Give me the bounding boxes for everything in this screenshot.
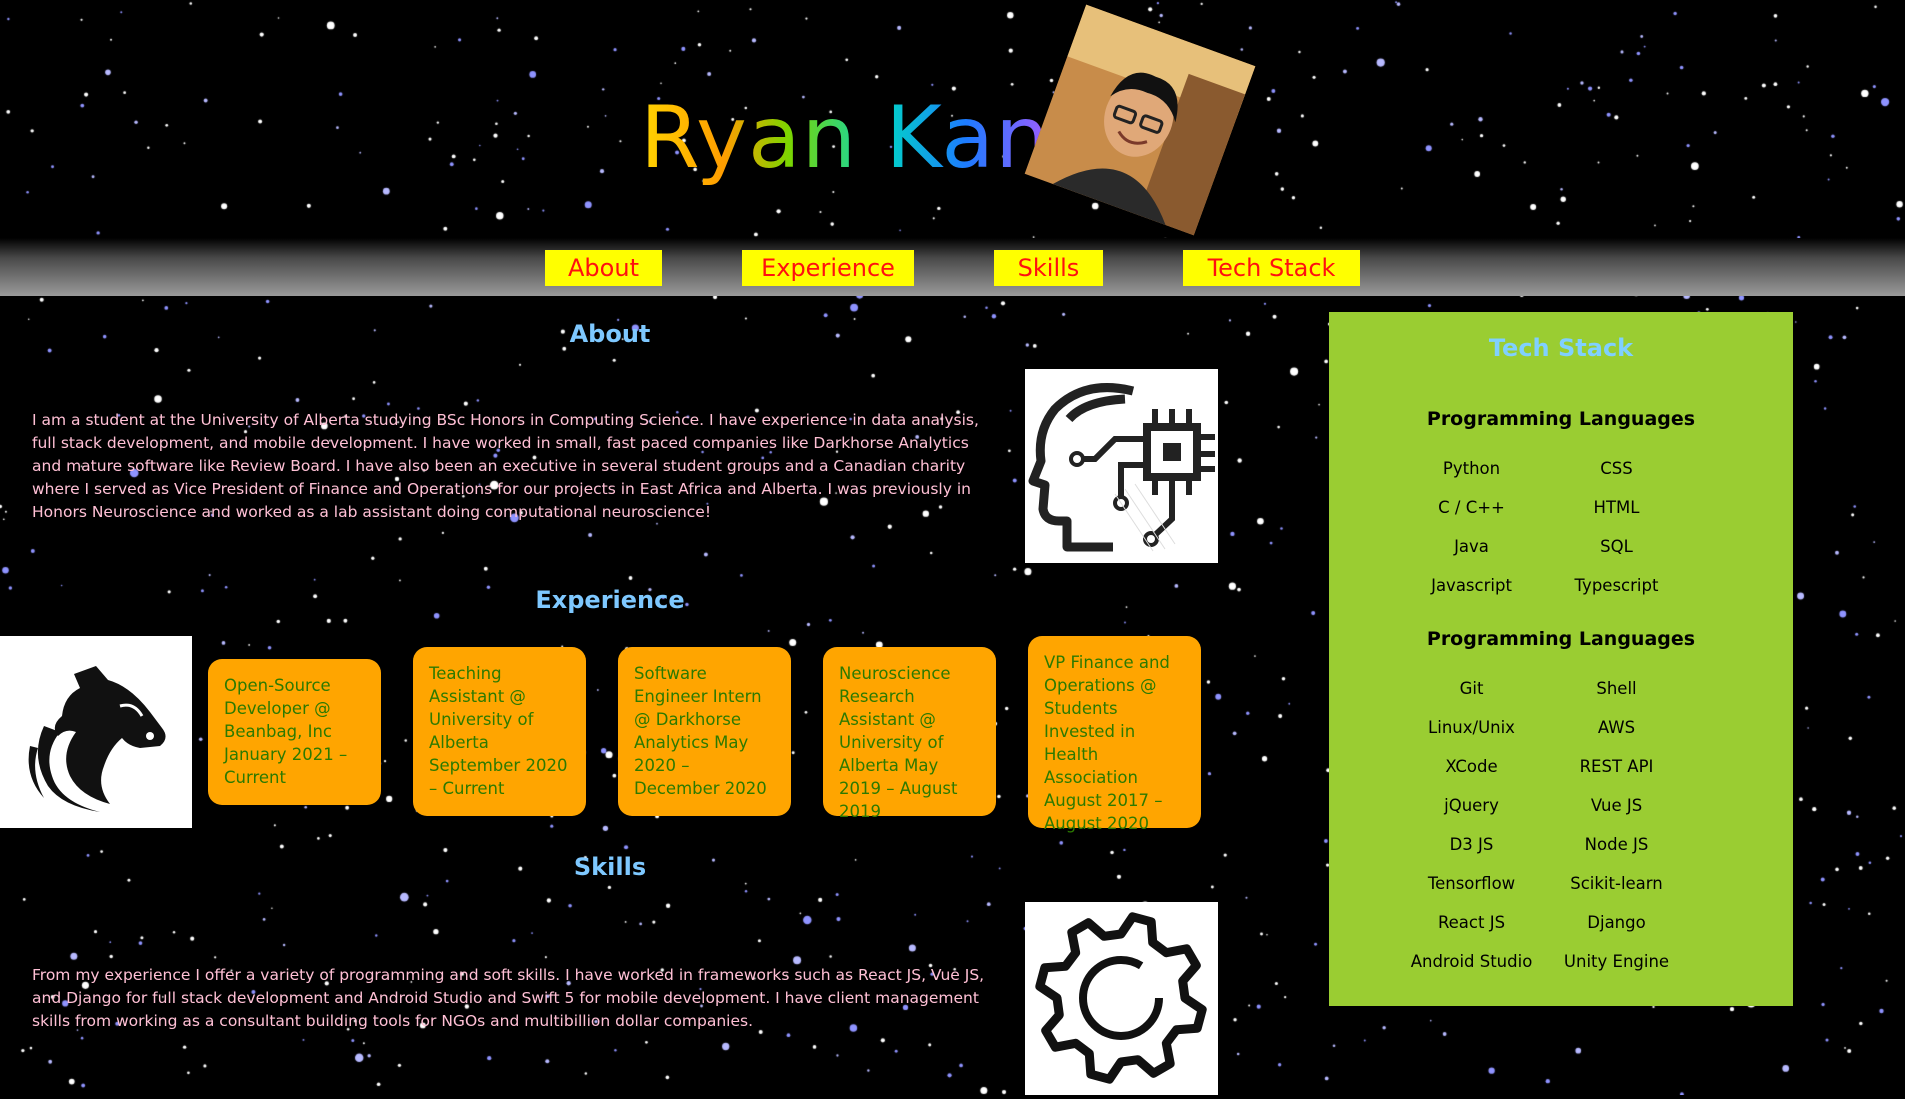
horse-logo-icon <box>0 636 192 828</box>
tech-group-heading-2: Programming Languages <box>1426 628 1696 650</box>
experience-card-neuroscience[interactable]: Neuroscience Research Assistant @ Univer… <box>823 647 996 821</box>
tech-item: CSS <box>1600 459 1633 478</box>
experience-card-darkhorse[interactable]: Software Engineer Intern @ Darkhorse Ana… <box>618 647 791 816</box>
skills-heading: Skills <box>573 853 647 881</box>
tech-item: Python <box>1442 459 1501 478</box>
tech-item: Git <box>1459 679 1484 698</box>
ai-head-chip-icon <box>1025 369 1218 563</box>
navigation-bar: About Experience Skills Tech Stack <box>0 238 1905 296</box>
tech-item: Vue JS <box>1590 796 1643 815</box>
tech-item: SQL <box>1600 537 1633 556</box>
tech-item: Scikit-learn <box>1570 874 1663 893</box>
tech-group-list-1: Python CSS C / C++ HTML Java SQL Javascr… <box>1399 458 1699 614</box>
experience-card-teaching-assistant[interactable]: Teaching Assistant @ University of Alber… <box>413 647 586 816</box>
experience-heading: Experience <box>535 586 685 614</box>
nav-tech-stack[interactable]: Tech Stack <box>1183 250 1360 286</box>
tech-item: HTML <box>1593 498 1640 517</box>
nav-skills[interactable]: Skills <box>994 250 1103 286</box>
about-text: I am a student at the University of Albe… <box>32 411 979 521</box>
tech-group-heading-1: Programming Languages <box>1426 408 1696 430</box>
tech-item: React JS <box>1437 913 1506 932</box>
experience-card-beanbag[interactable]: Open-Source Developer @ Beanbag, Inc Jan… <box>208 659 381 805</box>
tech-item: Javascript <box>1431 576 1512 595</box>
tech-item: jQuery <box>1444 796 1499 815</box>
tech-item: AWS <box>1597 718 1636 737</box>
tech-item: Typescript <box>1574 576 1659 595</box>
tech-item: Android Studio <box>1410 952 1533 971</box>
tech-item: XCode <box>1445 757 1498 776</box>
tech-item: C / C++ <box>1438 498 1505 517</box>
tech-stack-title: Tech Stack <box>1488 334 1634 362</box>
about-heading: About <box>569 320 651 348</box>
tech-item: Tensorflow <box>1427 874 1516 893</box>
tech-item: D3 JS <box>1449 835 1494 854</box>
tech-item: Java <box>1454 537 1489 556</box>
tech-item: Linux/Unix <box>1428 718 1515 737</box>
tech-item: Node JS <box>1584 835 1649 854</box>
gear-icon <box>1025 902 1218 1095</box>
experience-card-vp-finance[interactable]: VP Finance and Operations @ Students Inv… <box>1028 636 1201 833</box>
tech-item: REST API <box>1579 757 1654 776</box>
nav-about[interactable]: About <box>545 250 662 286</box>
skills-text: From my experience I offer a variety of … <box>32 966 985 1030</box>
tech-item: Unity Engine <box>1563 952 1670 971</box>
tech-stack-panel: Tech Stack Programming Languages Python … <box>1329 312 1793 1006</box>
nav-experience[interactable]: Experience <box>742 250 914 286</box>
tech-item: Shell <box>1596 679 1637 698</box>
tech-group-list-2: Git Shell Linux/Unix AWS XCode REST API … <box>1399 678 1699 997</box>
tech-item: Django <box>1587 913 1646 932</box>
